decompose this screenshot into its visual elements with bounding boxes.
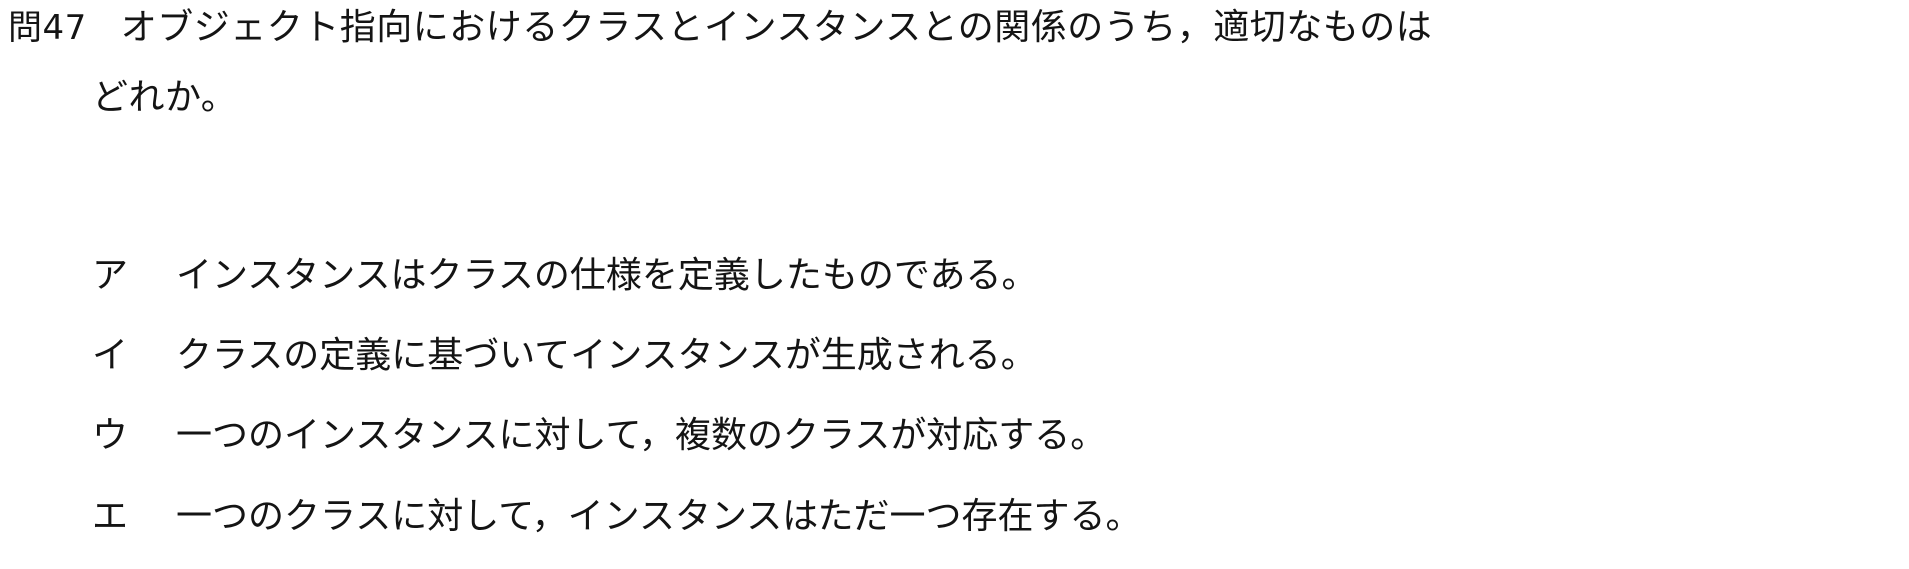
question-block: 問47 オブジェクト指向におけるクラスとインスタンスとの関係のうち，適切なものは …: [0, 0, 1909, 569]
choice-label: イ: [92, 335, 129, 376]
question-number: 問47: [8, 8, 87, 48]
question-text-line-2: どれか。: [92, 77, 238, 118]
question-text-line-1: オブジェクト指向におけるクラスとインスタンスとの関係のうち，適切なものは: [120, 7, 1433, 48]
choice-i[interactable]: イ クラスの定義に基づいてインスタンスが生成される。: [92, 334, 1037, 378]
question-line-2: どれか。: [92, 76, 237, 120]
question-line-1: 問47 オブジェクト指向におけるクラスとインスタンスとの関係のうち，適切なものは: [8, 6, 1432, 50]
choice-text: クラスの定義に基づいてインスタンスが生成される。: [176, 335, 1037, 376]
choice-label: エ: [92, 496, 129, 537]
choice-text: 一つのインスタンスに対して，複数のクラスが対応する。: [176, 415, 1107, 456]
choice-text: インスタンスはクラスの仕様を定義したものである。: [176, 255, 1038, 296]
choice-u[interactable]: ウ 一つのインスタンスに対して，複数のクラスが対応する。: [92, 414, 1106, 458]
choice-label: ウ: [92, 415, 129, 456]
choice-text: 一つのクラスに対して，インスタンスはただ一つ存在する。: [176, 496, 1142, 537]
choice-label: ア: [92, 255, 129, 296]
choice-a[interactable]: ア インスタンスはクラスの仕様を定義したものである。: [92, 254, 1037, 298]
choice-e[interactable]: エ 一つのクラスに対して，インスタンスはただ一つ存在する。: [92, 495, 1142, 539]
